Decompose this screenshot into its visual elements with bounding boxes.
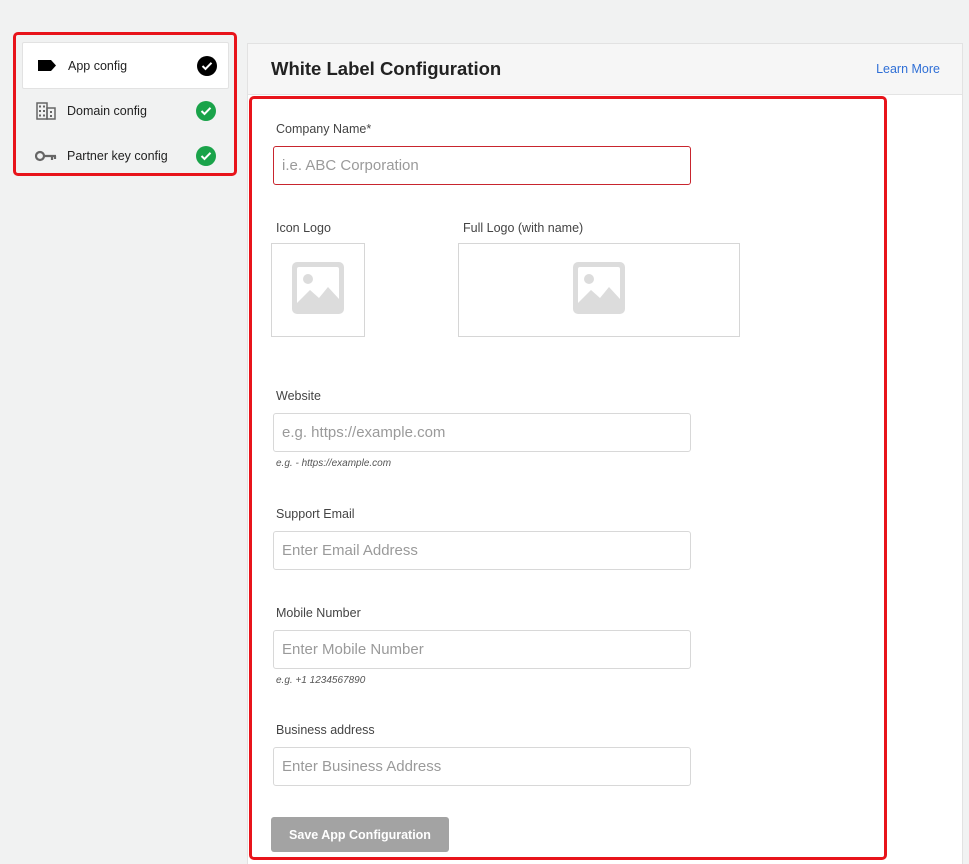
check-circle-icon bbox=[196, 146, 216, 166]
mobile-number-hint: e.g. +1 1234567890 bbox=[276, 675, 366, 686]
learn-more-link[interactable]: Learn More bbox=[876, 62, 940, 76]
full-logo-upload[interactable] bbox=[458, 243, 740, 337]
key-icon bbox=[34, 146, 58, 166]
website-label: Website bbox=[276, 389, 321, 403]
full-logo-label: Full Logo (with name) bbox=[463, 221, 584, 235]
label-tag-icon bbox=[35, 56, 59, 76]
sidebar-item-label: Domain config bbox=[67, 104, 147, 118]
sidebar-item-domain-config[interactable]: Domain config bbox=[22, 89, 229, 133]
company-name-input[interactable] bbox=[273, 146, 691, 185]
sidebar-item-label: Partner key config bbox=[67, 149, 168, 163]
support-email-input[interactable] bbox=[273, 531, 691, 570]
mobile-number-input[interactable] bbox=[273, 630, 691, 669]
image-placeholder-icon bbox=[573, 261, 625, 319]
page-title: White Label Configuration bbox=[271, 58, 502, 79]
config-sidebar: App config Domain config Partner key con… bbox=[22, 42, 229, 170]
sidebar-item-partner-key-config[interactable]: Partner key config bbox=[22, 134, 229, 178]
image-placeholder-icon bbox=[292, 261, 344, 319]
support-email-label: Support Email bbox=[276, 507, 355, 521]
check-circle-icon bbox=[196, 101, 216, 121]
company-name-label: Company Name* bbox=[276, 122, 372, 136]
website-input[interactable] bbox=[273, 413, 691, 452]
building-icon bbox=[34, 101, 58, 121]
business-address-label: Business address bbox=[276, 723, 375, 737]
sidebar-item-app-config[interactable]: App config bbox=[22, 42, 229, 89]
save-app-configuration-button[interactable]: Save App Configuration bbox=[271, 817, 449, 852]
check-circle-icon bbox=[197, 55, 217, 76]
panel-header: White Label Configuration Learn More bbox=[248, 44, 962, 95]
icon-logo-upload[interactable] bbox=[271, 243, 365, 337]
website-hint: e.g. - https://example.com bbox=[276, 458, 392, 469]
icon-logo-label: Icon Logo bbox=[276, 221, 331, 235]
sidebar-item-label: App config bbox=[68, 58, 128, 73]
mobile-number-label: Mobile Number bbox=[276, 606, 361, 620]
business-address-input[interactable] bbox=[273, 747, 691, 786]
